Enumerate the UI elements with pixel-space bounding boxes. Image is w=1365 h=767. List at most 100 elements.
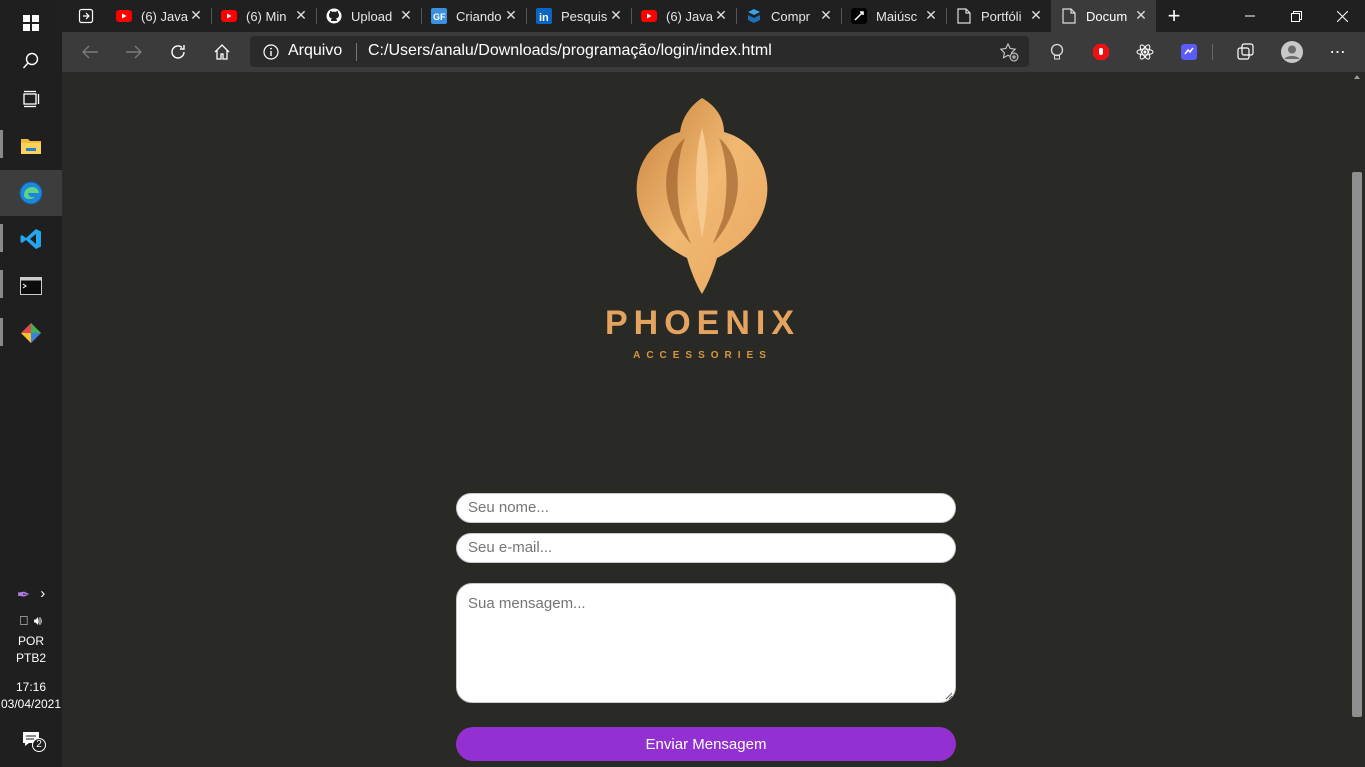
- chevron-right-icon[interactable]: ›: [40, 585, 45, 605]
- email-input[interactable]: Seu e-mail...: [456, 533, 956, 563]
- home-button[interactable]: [208, 38, 236, 66]
- browser-tab[interactable]: in Pesquis ✕: [526, 0, 631, 32]
- settings-menu-button[interactable]: ⋯: [1324, 38, 1352, 66]
- vscode-icon: [20, 229, 41, 249]
- document-icon: [956, 8, 972, 24]
- terminal-button[interactable]: [0, 263, 62, 309]
- browser-tab[interactable]: Maiúsc ✕: [841, 0, 946, 32]
- clock-date: 03/04/2021: [0, 697, 62, 711]
- close-tab-icon[interactable]: ✕: [819, 8, 833, 22]
- git-client-button[interactable]: [0, 310, 62, 356]
- email-placeholder: Seu e-mail...: [468, 539, 553, 556]
- edge-icon: [19, 181, 43, 205]
- forward-button[interactable]: [120, 38, 148, 66]
- profile-button[interactable]: [1278, 38, 1306, 66]
- close-tab-icon[interactable]: ✕: [924, 8, 938, 22]
- edge-taskbar-button[interactable]: [0, 170, 62, 216]
- close-tab-icon[interactable]: ✕: [294, 8, 308, 22]
- tab-title: Maiúsc: [876, 8, 918, 24]
- close-tab-icon[interactable]: ✕: [714, 8, 728, 22]
- clock[interactable]: 17:16 03/04/2021: [0, 679, 62, 713]
- close-tab-icon[interactable]: ✕: [609, 8, 623, 22]
- resize-handle-icon[interactable]: [944, 691, 953, 700]
- task-view-button[interactable]: [0, 76, 62, 122]
- notification-center-button[interactable]: 2: [21, 731, 46, 752]
- url-text: C:/Users/analu/Downloads/programação/log…: [368, 42, 772, 59]
- close-tab-icon[interactable]: ✕: [1029, 8, 1043, 22]
- phoenix-logo: PHOENIX ACCESSORIES: [580, 98, 825, 368]
- refresh-icon: [171, 45, 185, 59]
- browser-tab[interactable]: (6) Java ✕: [106, 0, 211, 32]
- home-icon: [214, 44, 230, 60]
- toolbar-divider: [1212, 44, 1213, 60]
- language-indicator[interactable]: POR PTB2: [0, 633, 62, 667]
- tab-title: (6) Min: [246, 8, 287, 24]
- add-favorite-icon[interactable]: [999, 42, 1019, 62]
- react-icon: [1136, 44, 1154, 60]
- phoenix-bird-icon: [636, 98, 768, 294]
- browser-tab[interactable]: (6) Min ✕: [211, 0, 316, 32]
- close-tab-icon[interactable]: ✕: [504, 8, 518, 22]
- collections-icon: [1237, 43, 1254, 60]
- language-line-2: PTB2: [15, 651, 46, 665]
- gf-icon: GF: [431, 8, 447, 24]
- restore-button[interactable]: [1273, 0, 1319, 32]
- file-explorer-button[interactable]: [0, 123, 62, 169]
- send-button-label: Enviar Mensagem: [645, 735, 767, 753]
- lightbulb-icon: [1050, 43, 1064, 60]
- collections-button[interactable]: [1232, 38, 1260, 66]
- send-message-button[interactable]: Enviar Mensagem: [456, 727, 956, 761]
- tab-title: Compr: [771, 8, 811, 24]
- network-icon[interactable]: ⎕: [20, 613, 28, 629]
- close-tab-icon[interactable]: ✕: [399, 8, 413, 22]
- tab-title: Upload: [351, 8, 393, 24]
- info-icon: [263, 44, 279, 60]
- close-window-button[interactable]: [1319, 0, 1365, 32]
- tab-actions-button[interactable]: [72, 2, 100, 30]
- browser-tab[interactable]: Docum ✕: [1051, 0, 1156, 32]
- back-button[interactable]: [76, 38, 104, 66]
- browser-tab[interactable]: GF Criando ✕: [421, 0, 526, 32]
- adblock-icon: [1093, 44, 1109, 60]
- close-tab-icon[interactable]: ✕: [189, 8, 203, 22]
- address-bar[interactable]: Arquivo C:/Users/analu/Downloads/program…: [250, 36, 1029, 67]
- message-textarea[interactable]: Sua mensagem...: [456, 583, 956, 703]
- terminal-icon: [20, 277, 42, 295]
- close-tab-icon[interactable]: ✕: [1134, 8, 1148, 22]
- document-icon: [1061, 8, 1077, 24]
- minimize-icon: [1245, 15, 1255, 17]
- plus-icon: +: [1167, 3, 1181, 28]
- system-tray: ✒ › ⎕ 🔊︎ POR PTB2 17:16 03/04/2021 2: [0, 585, 62, 752]
- youtube-icon: [116, 8, 132, 24]
- address-separator: [356, 43, 357, 61]
- extension-lightbulb-button[interactable]: [1043, 38, 1071, 66]
- tab-title: (6) Java: [666, 8, 713, 24]
- volume-icon[interactable]: 🔊︎: [34, 613, 42, 629]
- name-input[interactable]: Seu nome...: [456, 493, 956, 523]
- vscode-button[interactable]: [0, 216, 62, 262]
- windows-taskbar: ✒ › ⎕ 🔊︎ POR PTB2 17:16 03/04/2021 2: [0, 0, 62, 767]
- minimize-button[interactable]: [1227, 0, 1273, 32]
- extension-link-button[interactable]: [1175, 38, 1203, 66]
- more-options-icon: ⋯: [1329, 44, 1347, 61]
- extension-react-button[interactable]: [1131, 38, 1159, 66]
- browser-tab[interactable]: Portfóli ✕: [946, 0, 1051, 32]
- scroll-up-icon[interactable]: [1354, 75, 1360, 79]
- logo-subtitle: ACCESSORIES: [633, 350, 772, 361]
- back-arrow-icon: [82, 45, 98, 59]
- browser-tab[interactable]: Upload ✕: [316, 0, 421, 32]
- feather-app-icon[interactable]: ✒: [17, 585, 30, 605]
- vertical-scrollbar[interactable]: [1350, 72, 1365, 767]
- scheme-label: Arquivo: [288, 42, 343, 59]
- browser-tab-bar: (6) Java ✕ (6) Min ✕ Upload ✕ GF Criando ✕ in Pesq…: [62, 0, 1365, 32]
- extension-adblock-button[interactable]: [1087, 38, 1115, 66]
- browser-tab[interactable]: (6) Java ✕: [631, 0, 736, 32]
- browser-tab[interactable]: Compr ✕: [736, 0, 841, 32]
- scrollbar-thumb[interactable]: [1352, 172, 1362, 717]
- new-tab-button[interactable]: +: [1160, 2, 1188, 30]
- refresh-button[interactable]: [164, 38, 192, 66]
- linkedin-icon: in: [536, 8, 552, 24]
- tab-title: Docum: [1086, 8, 1128, 24]
- browser-toolbar: Arquivo C:/Users/analu/Downloads/program…: [62, 32, 1365, 72]
- gitkraken-icon: [21, 323, 41, 343]
